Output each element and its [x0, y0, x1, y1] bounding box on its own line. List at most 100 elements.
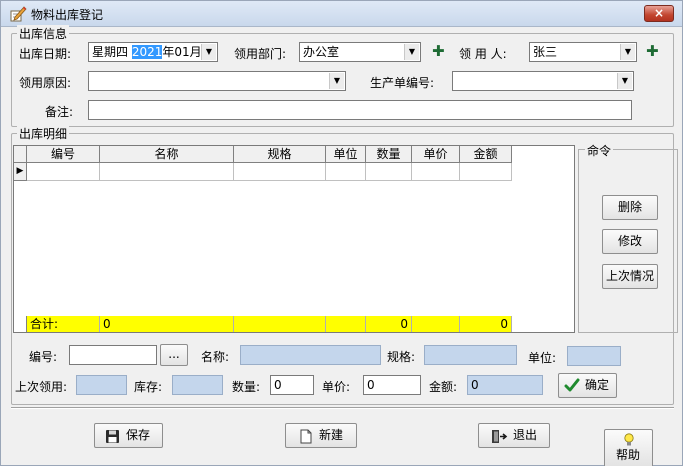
help-button[interactable]: 帮助 [604, 429, 653, 466]
date-label: 出库日期: [19, 47, 72, 61]
price-value: 0 [367, 378, 375, 392]
order-label: 生产单编号: [370, 76, 435, 90]
dept-value: 办公室 [303, 45, 340, 59]
floppy-disk-icon [106, 430, 119, 443]
detail-grid[interactable]: 编号 名称 规格 单位 数量 单价 金额 ▶ 合计: 0 0 0 [13, 145, 575, 333]
spec-readonly-field [424, 345, 517, 365]
new-button[interactable]: 新建 [285, 423, 357, 448]
add-dept-plus-icon[interactable]: ✚ [432, 44, 445, 59]
price-label: 单价: [322, 380, 351, 394]
chevron-down-icon[interactable]: ▼ [201, 44, 216, 60]
close-button[interactable]: × [644, 5, 674, 22]
cell-qty[interactable] [366, 163, 412, 181]
add-receiver-plus-icon[interactable]: ✚ [646, 44, 659, 59]
unit-label: 单位: [528, 351, 557, 365]
stock-readonly-field [172, 375, 223, 395]
col-header-code[interactable]: 编号 [27, 146, 100, 163]
last-status-button[interactable]: 上次情况 [602, 264, 658, 289]
exit-door-icon [492, 430, 508, 443]
last-status-button-label: 上次情况 [605, 269, 654, 283]
name-label: 名称: [201, 350, 230, 364]
col-header-price[interactable]: 单价 [412, 146, 460, 163]
browse-button-label: ... [168, 347, 180, 361]
browse-button[interactable]: ... [160, 344, 188, 366]
cell-amount[interactable] [460, 163, 512, 181]
receiver-label: 领 用 人: [459, 47, 507, 61]
remark-input[interactable] [88, 100, 632, 120]
confirm-button-label: 确定 [585, 378, 610, 392]
lightbulb-icon [624, 433, 634, 446]
unit-readonly-field [567, 346, 621, 366]
dept-select[interactable]: 办公室 ▼ [299, 42, 421, 62]
cell-code[interactable] [27, 163, 100, 181]
col-header-qty[interactable]: 数量 [366, 146, 412, 163]
chevron-down-icon[interactable]: ▼ [329, 73, 344, 89]
sum-spec [234, 316, 326, 332]
title-bar: 物料出库登记 × [1, 1, 682, 27]
exit-button[interactable]: 退出 [478, 423, 550, 448]
detail-group-title: 出库明细 [17, 125, 70, 142]
reason-label: 领用原因: [19, 76, 72, 90]
date-weekday: 星期四 [92, 45, 132, 59]
grid-header: 编号 名称 规格 单位 数量 单价 金额 [14, 146, 512, 163]
table-row[interactable]: ▶ [14, 163, 512, 181]
col-header-spec[interactable]: 规格 [234, 146, 326, 163]
order-select[interactable]: ▼ [452, 71, 634, 91]
pencil-notepad-icon [10, 6, 27, 22]
confirm-button[interactable]: 确定 [558, 373, 617, 398]
qty-label: 数量: [232, 380, 261, 394]
date-picker[interactable]: 星期四 2021年01月 ▼ [88, 42, 218, 62]
dept-label: 领用部门: [234, 47, 287, 61]
command-group-title: 命令 [585, 142, 614, 159]
delete-button[interactable]: 删除 [602, 195, 658, 220]
receiver-value: 张三 [533, 45, 558, 59]
date-month: 年01月 [162, 45, 202, 59]
new-document-icon [300, 429, 312, 444]
remark-label: 备注: [45, 105, 74, 119]
stock-label: 库存: [134, 380, 163, 394]
name-readonly-field [240, 345, 381, 365]
sum-qty: 0 [366, 316, 412, 332]
delete-button-label: 删除 [617, 200, 642, 214]
chevron-down-icon[interactable]: ▼ [617, 73, 632, 89]
save-button[interactable]: 保存 [94, 423, 163, 448]
chevron-down-icon[interactable]: ▼ [404, 44, 419, 60]
qty-input[interactable]: 0 [270, 375, 314, 395]
row-indicator-icon: ▶ [14, 163, 27, 181]
reason-select[interactable]: ▼ [88, 71, 346, 91]
exit-button-label: 退出 [513, 428, 538, 442]
edit-button[interactable]: 修改 [602, 229, 658, 254]
sum-unit [326, 316, 366, 332]
col-header-name[interactable]: 名称 [100, 146, 234, 163]
sum-price [412, 316, 460, 332]
chevron-down-icon[interactable]: ▼ [620, 44, 635, 60]
receiver-select[interactable]: 张三 ▼ [529, 42, 637, 62]
last-used-label: 上次领用: [15, 380, 68, 394]
code-label: 编号: [29, 350, 58, 364]
cell-name[interactable] [100, 163, 234, 181]
app-window: 物料出库登记 × 出库信息 出库日期: 星期四 2021年01月 ▼ 领用部门:… [0, 0, 683, 466]
cell-price[interactable] [412, 163, 460, 181]
price-input[interactable]: 0 [363, 375, 421, 395]
amount-label: 金额: [429, 380, 458, 394]
qty-value: 0 [274, 378, 282, 392]
amount-value: 0 [471, 378, 479, 392]
cell-unit[interactable] [326, 163, 366, 181]
code-input[interactable] [69, 345, 157, 365]
date-year-selected: 2021 [131, 45, 163, 59]
info-group-title: 出库信息 [17, 25, 70, 42]
window-title: 物料出库登记 [31, 8, 104, 22]
spec-label: 规格: [387, 350, 416, 364]
amount-readonly-field: 0 [467, 375, 543, 395]
sum-label: 合计: [27, 316, 100, 332]
sum-indicator [14, 316, 27, 332]
help-button-label: 帮助 [616, 448, 641, 462]
checkmark-icon [564, 378, 580, 392]
col-header-unit[interactable]: 单位 [326, 146, 366, 163]
footer-divider-highlight [11, 408, 674, 409]
close-icon: × [653, 6, 665, 20]
col-header-amount[interactable]: 金额 [460, 146, 512, 163]
cell-spec[interactable] [234, 163, 326, 181]
grid-corner-cell [14, 146, 27, 163]
save-button-label: 保存 [126, 428, 151, 442]
